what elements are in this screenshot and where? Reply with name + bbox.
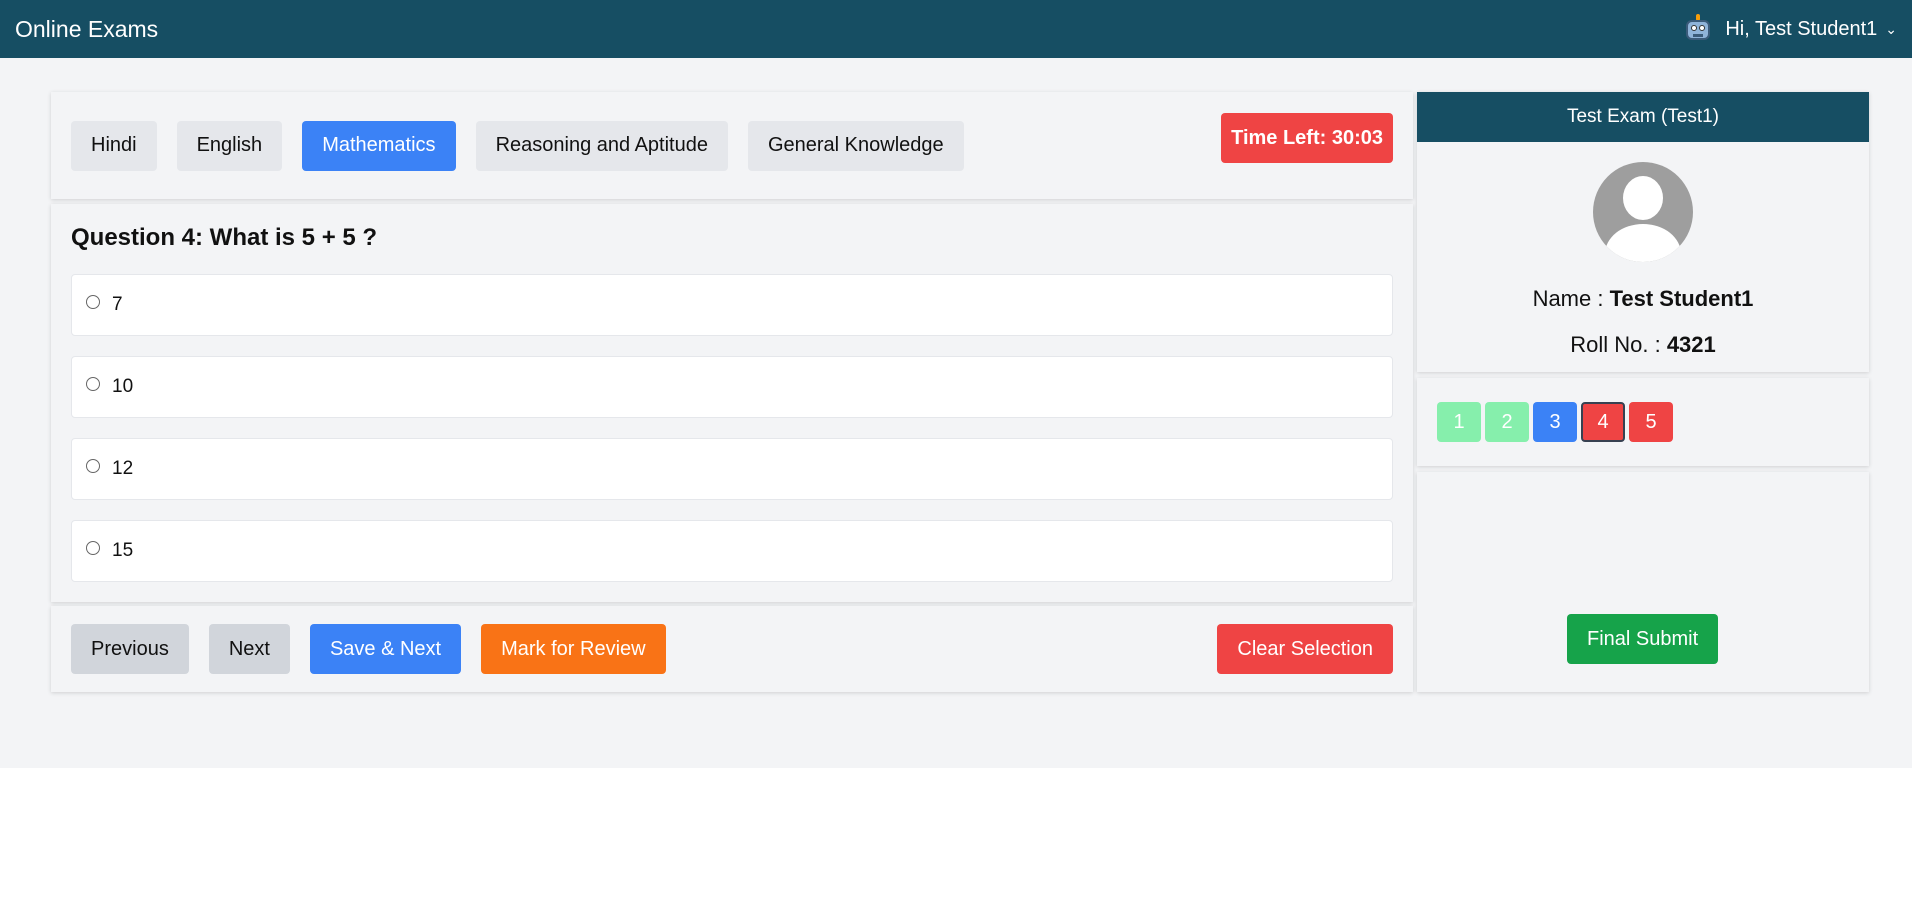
exam-main: Hindi English Mathematics Reasoning and … [51, 92, 1413, 692]
student-info-card: Test Exam (Test1) Name : Test Student1 R… [1417, 92, 1869, 372]
tab-general-knowledge[interactable]: General Knowledge [747, 120, 964, 171]
tab-reasoning-aptitude[interactable]: Reasoning and Aptitude [475, 120, 728, 171]
option-label: 10 [112, 376, 134, 397]
submit-card: Final Submit [1417, 472, 1869, 692]
option-label: 15 [112, 540, 134, 561]
name-value: Test Student1 [1609, 286, 1754, 311]
question-number-2[interactable]: 2 [1485, 402, 1529, 442]
question-number-3[interactable]: 3 [1533, 402, 1577, 442]
user-avatar-icon [1593, 162, 1693, 262]
name-label: Name : [1532, 286, 1610, 311]
exam-title: Test Exam (Test1) [1417, 92, 1869, 142]
radio-button[interactable] [86, 459, 100, 473]
option-1[interactable]: 7 [71, 274, 1393, 336]
question-title: Question 4: What is 5 + 5 ? [71, 224, 378, 251]
question-number-5[interactable]: 5 [1629, 402, 1673, 442]
user-greeting: Hi, Test Student1 [1725, 17, 1878, 40]
save-next-button[interactable]: Save & Next [309, 624, 462, 674]
roll-label: Roll No. : [1570, 332, 1667, 357]
mark-review-button[interactable]: Mark for Review [481, 624, 666, 674]
option-label: 7 [112, 294, 123, 315]
final-submit-button[interactable]: Final Submit [1567, 614, 1719, 664]
radio-button[interactable] [86, 295, 100, 309]
clear-selection-button[interactable]: Clear Selection [1217, 624, 1393, 674]
roll-value: 4321 [1666, 332, 1716, 357]
student-name: Name : Test Student1 [1417, 286, 1869, 312]
tab-english[interactable]: English [176, 120, 283, 171]
option-2[interactable]: 10 [71, 356, 1393, 418]
question-palette: 1 2 3 4 5 [1417, 378, 1869, 466]
app-title[interactable]: Online Exams [15, 16, 158, 43]
user-menu[interactable]: Hi, Test Student1 ⌄ [1683, 14, 1897, 44]
option-4[interactable]: 15 [71, 520, 1393, 582]
page: Online Exams Hi, Test Student1 ⌄ Hindi E… [0, 0, 1912, 768]
radio-button[interactable] [86, 377, 100, 391]
exam-sidebar: Test Exam (Test1) Name : Test Student1 R… [1417, 92, 1869, 692]
top-navbar: Online Exams Hi, Test Student1 ⌄ [0, 0, 1912, 58]
tab-hindi[interactable]: Hindi [71, 120, 157, 171]
question-number-4[interactable]: 4 [1581, 402, 1625, 442]
option-3[interactable]: 12 [71, 438, 1393, 500]
subject-tabs: Hindi English Mathematics Reasoning and … [51, 92, 1413, 199]
question-panel: Question 4: What is 5 + 5 ? 7 10 12 15 [51, 204, 1413, 602]
previous-button[interactable]: Previous [71, 624, 189, 674]
time-left-badge: Time Left: 30:03 [1221, 113, 1393, 163]
next-button[interactable]: Next [208, 624, 290, 674]
roll-number: Roll No. : 4321 [1417, 332, 1869, 358]
chevron-down-icon: ⌄ [1885, 20, 1897, 37]
tab-mathematics[interactable]: Mathematics [302, 120, 456, 171]
option-label: 12 [112, 458, 134, 479]
radio-button[interactable] [86, 541, 100, 555]
robot-avatar-icon [1683, 14, 1713, 44]
question-actions: Previous Next Save & Next Mark for Revie… [51, 606, 1413, 692]
question-number-1[interactable]: 1 [1437, 402, 1481, 442]
